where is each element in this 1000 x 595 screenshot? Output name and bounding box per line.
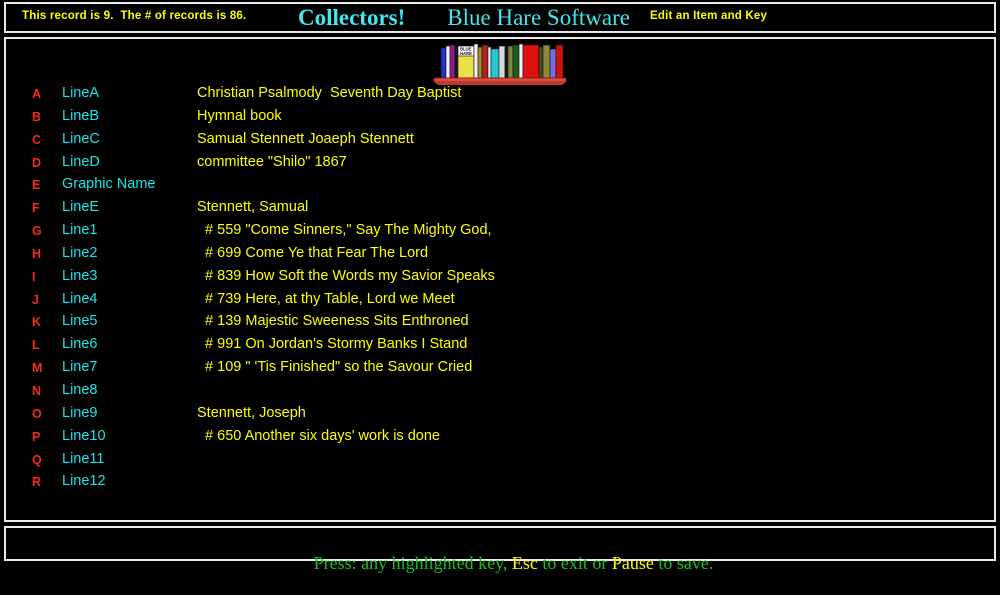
footer-key-pause[interactable]: Pause (612, 553, 654, 573)
field-key-letter[interactable]: H (32, 247, 52, 261)
field-label: LineE (62, 199, 100, 216)
field-key-letter[interactable]: E (32, 178, 52, 192)
field-label: Line11 (62, 450, 105, 467)
field-key-letter[interactable]: N (32, 384, 52, 398)
field-key-letter[interactable]: B (32, 110, 52, 124)
field-row[interactable]: F LineE Stennett, Samual (6, 199, 994, 224)
field-row[interactable]: E Graphic Name (6, 176, 994, 201)
field-key-letter[interactable]: M (32, 361, 52, 375)
header-panel: This record is 9. The # of records is 86… (4, 2, 996, 80)
field-value: # 109 " 'Tis Finished" so the Savour Cri… (197, 359, 473, 376)
field-label: Line9 (62, 404, 98, 421)
brand-primary-text: Collectors! (298, 5, 406, 30)
field-label: Line5 (62, 313, 98, 330)
field-row[interactable]: P Line10 # 650 Another six days' work is … (6, 427, 994, 453)
field-row[interactable]: D LineD committee "Shilo" 1867 (6, 153, 994, 179)
field-row[interactable]: O Line9 Stennett, Joseph (6, 404, 994, 430)
field-row[interactable]: G Line1 # 559 "Come Sinners," Say The Mig… (6, 222, 994, 247)
field-row[interactable]: N Line8 (6, 381, 994, 407)
field-label: Line8 (62, 381, 98, 398)
field-value: Christian Psalmody Seventh Day Baptist (197, 85, 462, 101)
field-row[interactable]: H Line2 # 699 Come Ye that Fear The Lord (6, 244, 994, 270)
field-value: # 699 Come Ye that Fear The Lord (197, 244, 429, 261)
field-value: Hymnal book (197, 107, 282, 124)
brand-secondary-text: Blue Hare Software (447, 5, 630, 30)
field-key-letter[interactable]: D (32, 156, 52, 170)
footer-part1: Press: any highlighted key, (313, 553, 512, 573)
field-key-letter[interactable]: R (32, 475, 52, 489)
footer-panel: Press: any highlighted key, Esc to exit … (4, 526, 996, 573)
field-value: # 139 Majestic Sweeness Sits Enthroned (197, 313, 469, 330)
field-label: Line7 (62, 359, 98, 376)
footer-key-esc[interactable]: Esc (512, 553, 538, 573)
field-key-letter[interactable]: C (32, 133, 52, 147)
field-key-letter[interactable]: Q (32, 453, 52, 467)
field-value: # 650 Another six days' work is done (197, 427, 440, 444)
footer-part2: to exit or (537, 553, 612, 573)
mode-label: Edit an Item and Key (650, 10, 768, 22)
field-key-letter[interactable]: I (32, 270, 52, 284)
field-key-letter[interactable]: A (32, 87, 52, 101)
field-row[interactable]: L Line6 # 991 On Jordan's Stormy Banks I … (6, 336, 994, 361)
field-label: LineA (62, 85, 100, 101)
field-key-letter[interactable]: K (32, 315, 52, 329)
field-label: Line1 (62, 222, 98, 239)
record-status-text: This record is 9. The # of records is 86… (22, 10, 247, 22)
field-row[interactable]: B LineB Hymnal book (6, 107, 994, 133)
field-row[interactable]: K Line5 # 139 Majestic Sweeness Sits Enth… (6, 313, 994, 338)
field-row[interactable]: Q Line11 (6, 450, 994, 476)
field-label: LineB (62, 107, 100, 124)
field-label: Line12 (62, 473, 106, 490)
field-label: LineC (62, 130, 100, 147)
field-key-letter[interactable]: L (32, 338, 52, 352)
field-value: Stennett, Joseph (197, 404, 306, 421)
field-value: # 991 On Jordan's Stormy Banks I Stand (197, 336, 468, 353)
field-label: Graphic Name (62, 176, 156, 193)
field-key-letter[interactable]: O (32, 407, 52, 421)
field-key-letter[interactable]: P (32, 430, 52, 444)
field-key-letter[interactable]: J (32, 293, 52, 307)
field-row[interactable]: R Line12 (6, 473, 994, 498)
field-label: Line2 (62, 244, 98, 261)
bookshelf-graphic: BLUE HARE (6, 41, 994, 85)
field-label: LineD (62, 153, 100, 170)
footer-hint-text: Press: any highlighted key, Esc to exit … (6, 532, 994, 595)
field-label: Line6 (62, 336, 98, 353)
field-key-letter[interactable]: G (32, 224, 52, 238)
field-row[interactable]: I Line3 # 839 How Soft the Words my Savio… (6, 267, 994, 293)
field-row[interactable]: J Line4 # 739 Here, at thy Table, Lord we… (6, 290, 994, 316)
field-label: Line3 (62, 267, 98, 284)
field-key-letter[interactable]: F (32, 201, 52, 215)
field-label: Line4 (62, 290, 98, 307)
book-label-line2: HARE (460, 51, 472, 56)
application-screen: This record is 9. The # of records is 86… (0, 0, 1000, 573)
main-panel: BLUE HARE A LineA Christian Psalmody Seven… (4, 37, 996, 522)
brand-title: Collectors! Blue Hare Software (298, 5, 630, 80)
field-value: # 839 How Soft the Words my Savior Speak… (197, 267, 495, 284)
field-value: committee "Shilo" 1867 (197, 153, 347, 170)
field-row[interactable]: C LineC Samual Stennett Joaeph Stennett (6, 130, 994, 156)
field-value: # 739 Here, at thy Table, Lord we Meet (197, 290, 455, 307)
field-value: # 559 "Come Sinners," Say The Mighty God… (197, 222, 492, 239)
rabbit-icon (412, 12, 440, 80)
field-row[interactable]: M Line7 # 109 " 'Tis Finished" so the Sav… (6, 359, 994, 384)
field-list: A LineA Christian Psalmody Seventh Day Bap… (6, 85, 994, 498)
field-value: Stennett, Samual (197, 199, 309, 216)
footer-part3: to save. (653, 553, 714, 573)
field-label: Line10 (62, 427, 106, 444)
field-row[interactable]: A LineA Christian Psalmody Seventh Day Bap… (6, 85, 994, 110)
field-value: Samual Stennett Joaeph Stennett (197, 130, 414, 147)
